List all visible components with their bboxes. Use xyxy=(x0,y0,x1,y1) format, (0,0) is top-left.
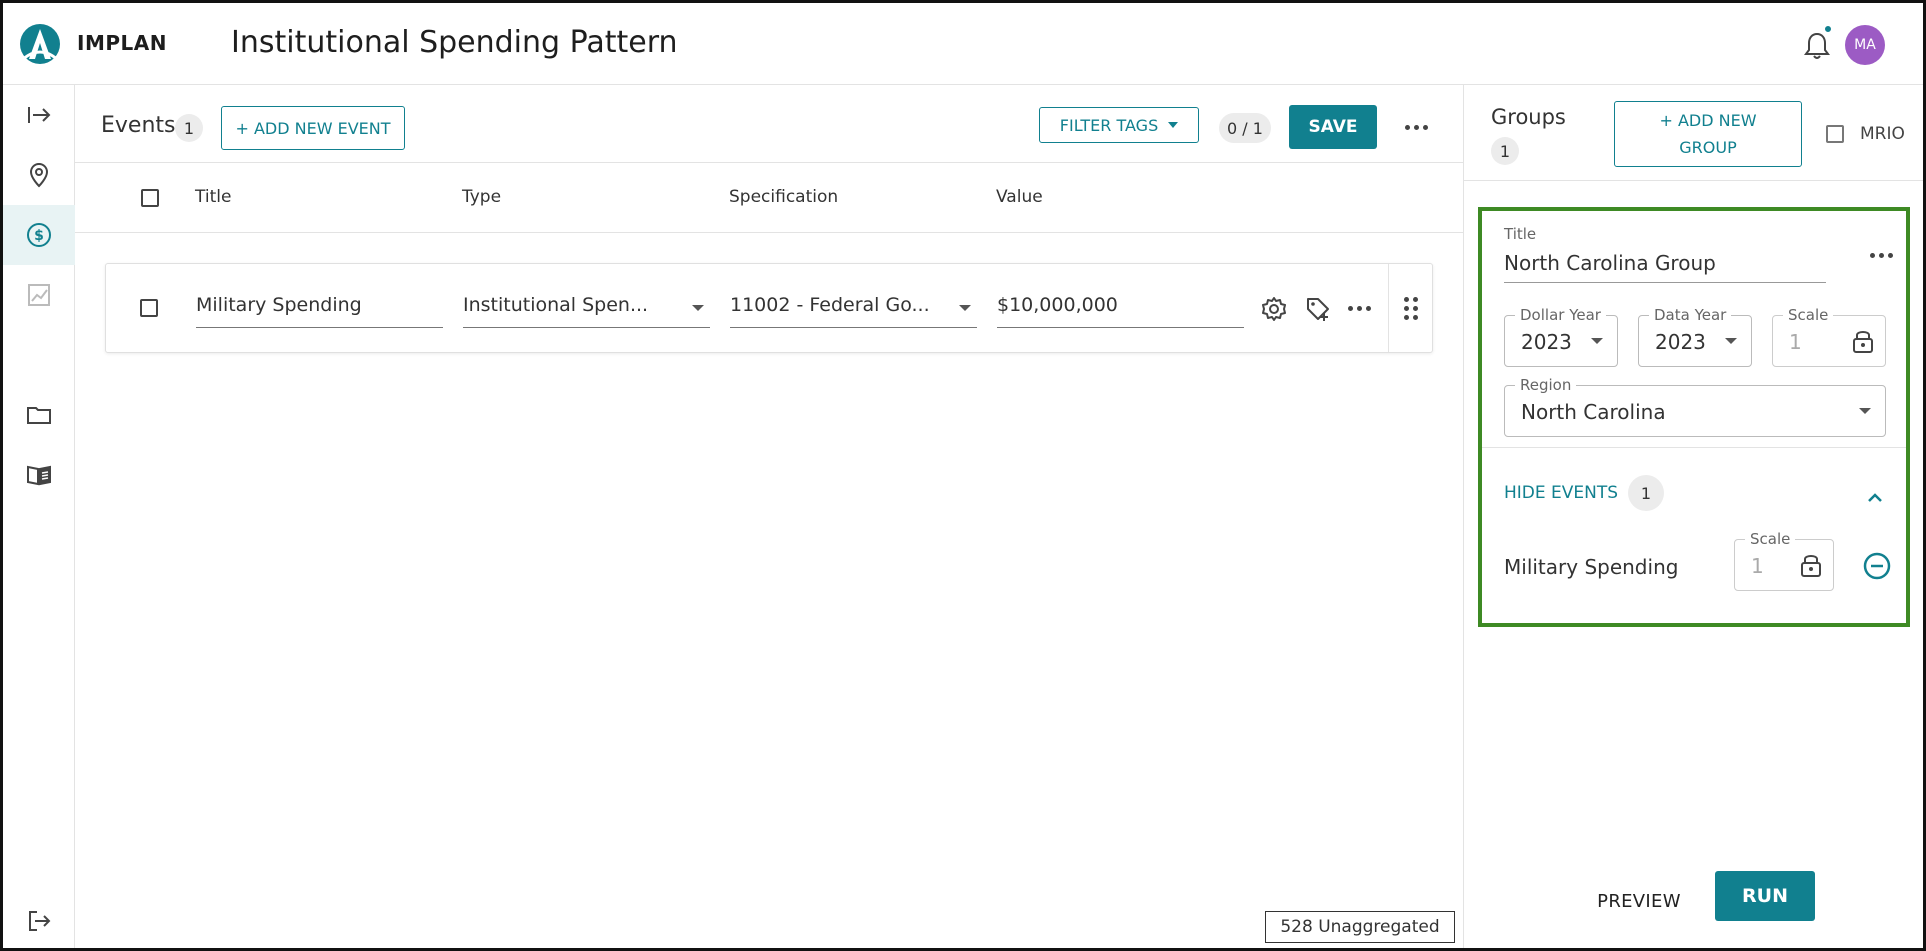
events-column-header: Title Type Specification Value xyxy=(75,163,1463,233)
mrio-checkbox[interactable] xyxy=(1826,125,1844,143)
group-scale-input[interactable]: Scale 1 xyxy=(1772,306,1886,367)
notification-dot xyxy=(1823,24,1833,34)
dollar-icon: $ xyxy=(27,223,51,247)
book-icon xyxy=(27,465,51,486)
lock-icon[interactable] xyxy=(1799,552,1823,578)
filter-tags-label: FILTER TAGS xyxy=(1059,115,1159,135)
events-more-icon[interactable] xyxy=(1405,125,1428,130)
save-button[interactable]: SAVE xyxy=(1289,105,1377,149)
group-more-icon[interactable] xyxy=(1870,253,1893,258)
event-specification-select[interactable]: 11002 - Federal Go... xyxy=(730,292,977,328)
groups-heading: Groups xyxy=(1491,105,1566,129)
left-nav-rail: $ xyxy=(3,85,75,948)
rail-impacts[interactable]: $ xyxy=(3,205,75,265)
top-header: IMPLAN Institutional Spending Pattern MA xyxy=(3,3,1923,85)
page-title: Institutional Spending Pattern xyxy=(231,25,678,60)
events-toolbar: Events 1 + ADD NEW EVENT FILTER TAGS 0 /… xyxy=(75,85,1463,163)
hide-events-toggle[interactable]: HIDE EVENTS xyxy=(1504,483,1618,503)
caret-down-icon xyxy=(959,305,971,311)
groups-toolbar: Groups 1 + ADD NEW GROUP MRIO xyxy=(1464,85,1923,181)
group-title-input[interactable]: North Carolina Group xyxy=(1504,247,1826,283)
groups-count-badge: 1 xyxy=(1491,137,1519,165)
caret-down-icon xyxy=(1859,408,1871,414)
expand-arrow-icon xyxy=(28,107,51,123)
rail-regions[interactable] xyxy=(3,145,75,205)
data-year-label: Data Year xyxy=(1649,306,1732,324)
rail-projects[interactable] xyxy=(3,385,75,445)
rail-results[interactable] xyxy=(3,265,75,325)
rail-help[interactable] xyxy=(3,445,75,505)
rail-logout[interactable] xyxy=(3,891,75,948)
region-label: Region xyxy=(1515,376,1577,394)
column-specification: Specification xyxy=(729,187,839,207)
events-count-badge: 1 xyxy=(175,114,203,142)
tag-count-badge: 0 / 1 xyxy=(1219,113,1271,143)
scale-label: Scale xyxy=(1783,306,1834,324)
event-scale-input[interactable]: Scale 1 xyxy=(1734,530,1834,591)
brand-name: IMPLAN xyxy=(77,31,167,55)
event-type-value: Institutional Spen... xyxy=(463,294,649,316)
region-select[interactable]: Region North Carolina xyxy=(1504,376,1886,437)
dollar-year-value: 2023 xyxy=(1521,330,1572,354)
column-type: Type xyxy=(462,187,502,207)
select-all-checkbox[interactable] xyxy=(141,189,159,207)
row-more-icon[interactable] xyxy=(1348,306,1371,311)
rail-expand[interactable] xyxy=(3,85,75,145)
implan-logo-icon xyxy=(20,24,60,64)
gear-icon[interactable] xyxy=(1260,295,1288,323)
group-event-name: Military Spending xyxy=(1504,555,1679,579)
event-title-input[interactable]: Military Spending xyxy=(196,292,443,328)
group-card-divider xyxy=(1482,447,1906,448)
hide-events-count-badge: 1 xyxy=(1628,475,1664,511)
data-year-select[interactable]: Data Year 2023 xyxy=(1638,306,1752,367)
logout-icon xyxy=(29,911,51,931)
event-type-select[interactable]: Institutional Spen... xyxy=(463,292,710,328)
notification-bell-icon[interactable] xyxy=(1803,31,1831,61)
remove-circle-icon[interactable] xyxy=(1862,551,1892,581)
add-group-line2: GROUP xyxy=(1679,138,1737,157)
event-row-checkbox[interactable] xyxy=(140,299,158,317)
events-heading: Events xyxy=(101,113,176,138)
chart-icon xyxy=(28,284,50,306)
app-window: IMPLAN Institutional Spending Pattern MA xyxy=(0,0,1926,951)
run-button[interactable]: RUN xyxy=(1715,871,1815,921)
mrio-label: MRIO xyxy=(1860,124,1905,144)
event-scale-value: 1 xyxy=(1751,554,1764,578)
lock-icon[interactable] xyxy=(1851,328,1875,354)
event-specification-value: 11002 - Federal Go... xyxy=(730,294,930,316)
event-scale-label: Scale xyxy=(1745,530,1796,548)
folder-icon xyxy=(27,407,51,424)
event-value-input[interactable]: $10,000,000 xyxy=(997,292,1244,328)
location-pin-icon xyxy=(29,162,49,188)
user-avatar[interactable]: MA xyxy=(1845,25,1885,65)
data-year-value: 2023 xyxy=(1655,330,1706,354)
unaggregated-indicator[interactable]: 528 Unaggregated xyxy=(1265,911,1455,943)
dollar-year-label: Dollar Year xyxy=(1515,306,1606,324)
preview-button[interactable]: PREVIEW xyxy=(1589,881,1689,921)
drag-handle[interactable] xyxy=(1388,264,1432,352)
filter-tags-button[interactable]: FILTER TAGS xyxy=(1039,107,1199,143)
drag-handle-icon xyxy=(1403,296,1418,320)
add-group-line1: + ADD NEW xyxy=(1659,111,1757,130)
add-tag-icon[interactable] xyxy=(1304,295,1332,323)
dollar-year-select[interactable]: Dollar Year 2023 xyxy=(1504,306,1618,367)
svg-text:$: $ xyxy=(34,228,44,244)
caret-down-icon xyxy=(1725,338,1737,344)
region-value: North Carolina xyxy=(1521,400,1666,424)
group-title-caption: Title xyxy=(1504,225,1537,243)
group-card: Title North Carolina Group Dollar Year 2… xyxy=(1478,207,1910,627)
scale-value: 1 xyxy=(1789,330,1802,354)
add-new-event-button[interactable]: + ADD NEW EVENT xyxy=(221,106,405,150)
caret-down-icon xyxy=(1168,122,1179,128)
caret-down-icon xyxy=(692,305,704,311)
event-row: Military Spending Institutional Spen... … xyxy=(105,263,1433,353)
events-panel: Events 1 + ADD NEW EVENT FILTER TAGS 0 /… xyxy=(75,85,1463,948)
groups-panel: Groups 1 + ADD NEW GROUP MRIO Title Nort… xyxy=(1463,85,1923,948)
chevron-up-icon[interactable] xyxy=(1864,487,1886,509)
column-value: Value xyxy=(996,187,1043,207)
add-new-group-button[interactable]: + ADD NEW GROUP xyxy=(1614,101,1802,167)
column-title: Title xyxy=(195,187,232,207)
caret-down-icon xyxy=(1591,338,1603,344)
